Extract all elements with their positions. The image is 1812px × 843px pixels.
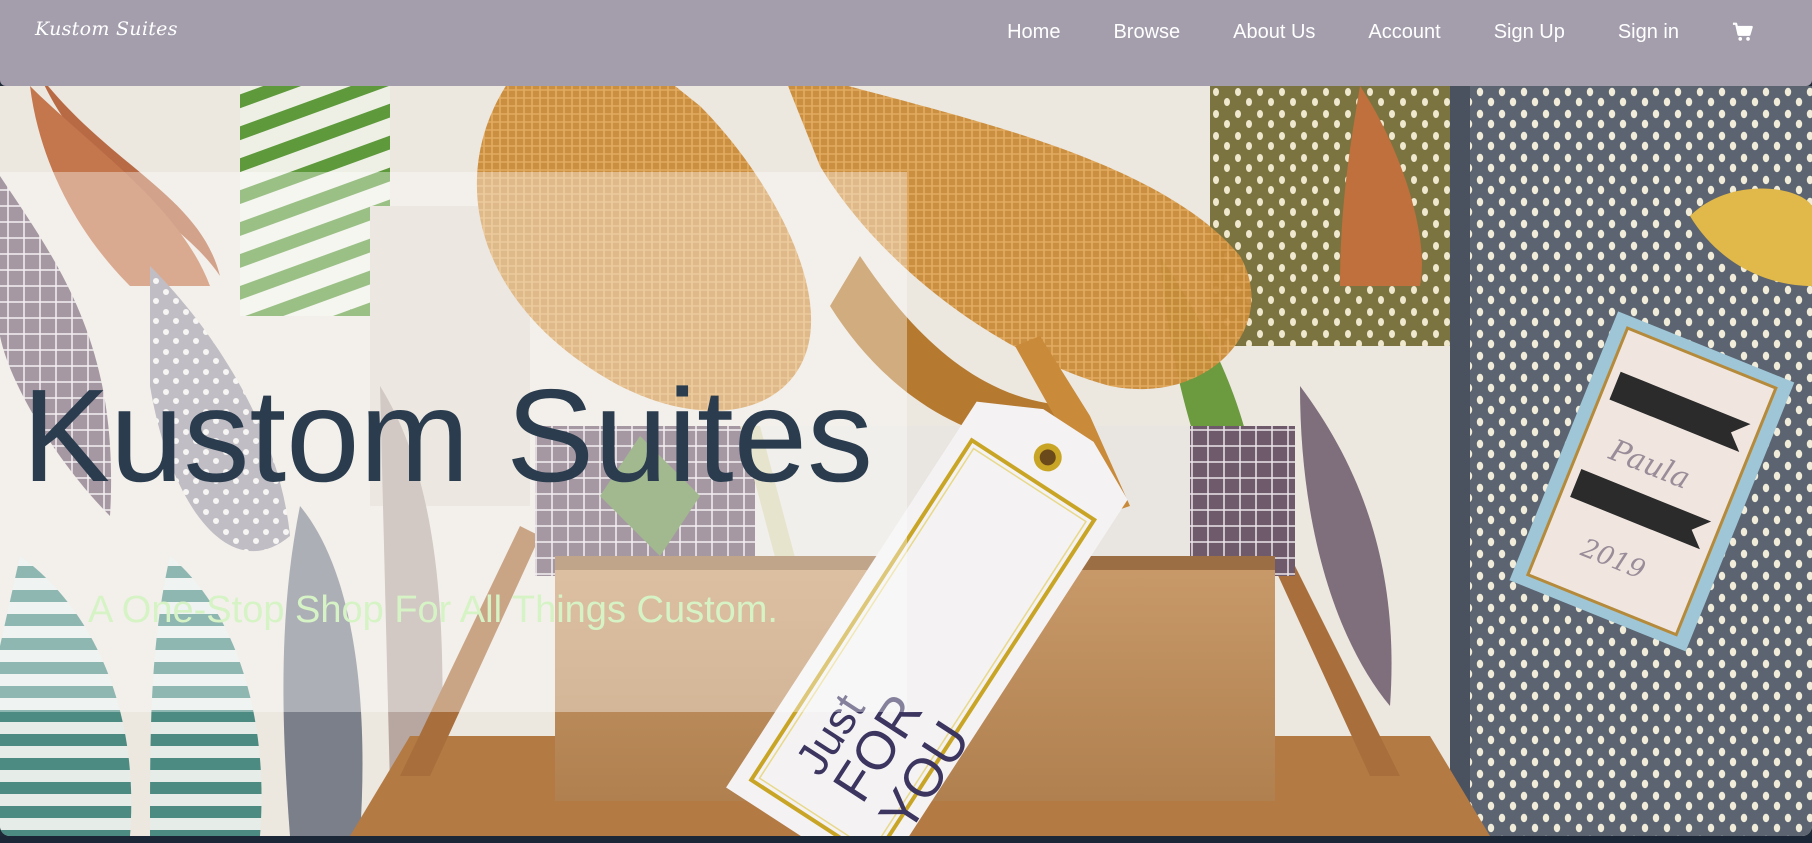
- navbar: Kustom Suites Home Browse About Us Accou…: [0, 0, 1812, 86]
- page-bottom-edge: [0, 836, 1812, 843]
- nav-links: Home Browse About Us Account Sign Up Sig…: [1007, 0, 1812, 64]
- nav-link-browse[interactable]: Browse: [1113, 21, 1180, 44]
- nav-link-sign-up[interactable]: Sign Up: [1494, 21, 1565, 44]
- nav-link-sign-in[interactable]: Sign in: [1618, 21, 1679, 44]
- shopping-cart-icon[interactable]: [1732, 21, 1754, 43]
- nav-link-about-us[interactable]: About Us: [1233, 21, 1315, 44]
- brand-logo[interactable]: Kustom Suites: [35, 18, 178, 40]
- hero-banner: Paula 2019 Just FOR YOU Kustom Suites A …: [0, 86, 1812, 836]
- hero-subtitle: A One-Stop Shop For All Things Custom.: [88, 589, 778, 631]
- hero-title: Kustom Suites: [22, 362, 874, 509]
- nav-link-home[interactable]: Home: [1007, 21, 1060, 44]
- nav-link-account[interactable]: Account: [1368, 21, 1440, 44]
- page: Kustom Suites Home Browse About Us Accou…: [0, 0, 1812, 843]
